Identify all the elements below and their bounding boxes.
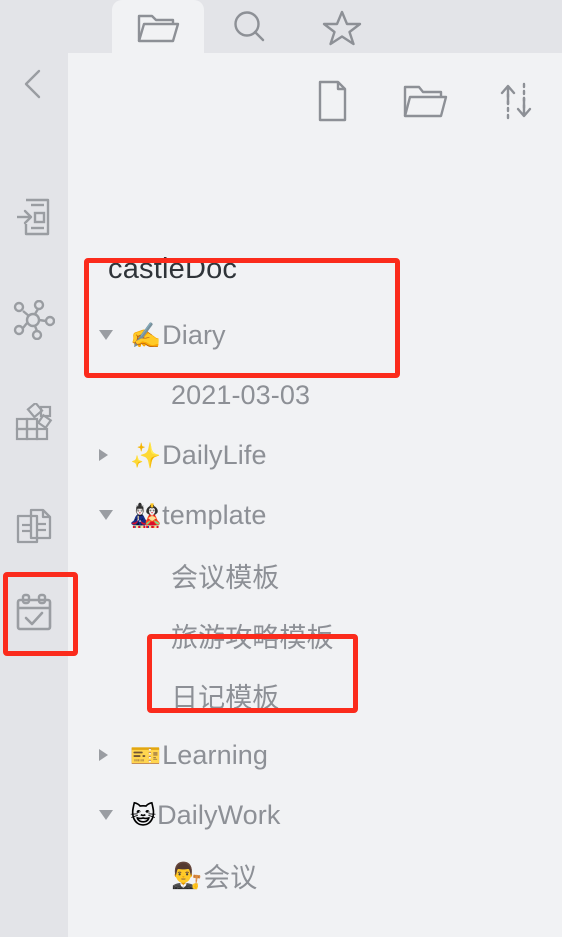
tree-item[interactable]: 日记模板 bbox=[68, 665, 562, 725]
tree-item[interactable]: 😺 DailyWork bbox=[68, 785, 562, 845]
tree-item[interactable]: 会议模板 bbox=[68, 545, 562, 605]
star-icon bbox=[321, 7, 363, 47]
tree-item-content: 😺 DailyWork bbox=[130, 800, 280, 831]
tab-strip bbox=[0, 0, 562, 53]
file-tree: ✍️ Diary 2021-03-03 ✨ DailyLife 🎎 template 会议模板… bbox=[68, 305, 562, 905]
new-document-button[interactable] bbox=[312, 80, 352, 123]
app-window: castleDoc ✍️ Diary 2021-03-03 ✨ DailyLife 🎎 te… bbox=[0, 0, 562, 937]
sort-arrows-icon bbox=[494, 78, 538, 129]
new-document-icon bbox=[312, 78, 352, 129]
sidebar-item-calendar[interactable] bbox=[0, 580, 68, 650]
sparkles-emoji: ✨ bbox=[130, 440, 162, 470]
tab-favorites[interactable] bbox=[296, 0, 388, 53]
sidebar-item-documents[interactable] bbox=[0, 494, 68, 564]
tree-item-label: 2021-03-03 bbox=[171, 379, 311, 410]
writing-hand-emoji: ✍️ bbox=[130, 320, 162, 350]
left-icon-rail bbox=[0, 53, 68, 937]
cat-box-emoji: 😺 bbox=[130, 800, 157, 830]
triangle-down-icon[interactable] bbox=[99, 810, 113, 820]
search-icon bbox=[229, 7, 271, 47]
tree-item[interactable]: 👨‍⚖️ 会议 bbox=[68, 845, 562, 905]
judge-emoji: 👨‍⚖️ bbox=[171, 860, 203, 890]
tree-item-label: 会议模板 bbox=[171, 562, 280, 593]
tree-item-content: 2021-03-03 bbox=[171, 380, 310, 411]
new-folder-button[interactable] bbox=[403, 83, 448, 123]
tree-item[interactable]: 🎫 Learning bbox=[68, 725, 562, 785]
sidebar-item-graph[interactable] bbox=[0, 287, 68, 357]
japanese-dolls-emoji: 🎎 bbox=[130, 500, 162, 530]
calendar-check-icon bbox=[12, 591, 56, 640]
sort-button[interactable] bbox=[496, 82, 536, 123]
blocks-grid-icon bbox=[13, 400, 55, 450]
triangle-right-icon[interactable] bbox=[99, 449, 108, 461]
chevron-left-icon bbox=[20, 67, 48, 106]
tree-item-content: 会议模板 bbox=[171, 556, 279, 595]
tree-item-content: 日记模板 bbox=[171, 676, 279, 715]
tree-item[interactable]: 2021-03-03 bbox=[68, 365, 562, 425]
triangle-right-icon[interactable] bbox=[99, 749, 108, 761]
tree-item-content: ✨ DailyLife bbox=[130, 440, 267, 471]
tree-item-content: 🎎 template bbox=[130, 500, 267, 531]
tree-item-label: 日记模板 bbox=[171, 682, 280, 713]
tree-item[interactable]: 🎎 template bbox=[68, 485, 562, 545]
tree-item[interactable]: 旅游攻略模板 bbox=[68, 605, 562, 665]
new-folder-icon bbox=[400, 80, 448, 127]
files-panel: castleDoc ✍️ Diary 2021-03-03 ✨ DailyLife 🎎 te… bbox=[68, 53, 562, 937]
tree-item-label: 旅游攻略模板 bbox=[171, 622, 334, 653]
tree-item-label: DailyLife bbox=[162, 439, 267, 470]
ticket-emoji: 🎫 bbox=[130, 740, 162, 770]
tab-files[interactable] bbox=[112, 0, 204, 53]
tree-item-content: 旅游攻略模板 bbox=[171, 616, 334, 655]
tree-item-label: Diary bbox=[162, 319, 226, 350]
triangle-down-icon[interactable] bbox=[99, 330, 113, 340]
tree-item-content: 🎫 Learning bbox=[130, 740, 268, 771]
tree-item-label: template bbox=[162, 499, 267, 530]
page-title: castleDoc bbox=[108, 253, 238, 285]
folder-icon bbox=[135, 8, 181, 46]
documents-icon bbox=[13, 506, 55, 553]
sidebar-item-inbox[interactable] bbox=[0, 184, 68, 254]
tab-search[interactable] bbox=[204, 0, 296, 53]
panel-toolbar bbox=[68, 53, 562, 153]
tree-item-label: 会议 bbox=[203, 862, 258, 893]
tree-item-label: DailyWork bbox=[157, 799, 281, 830]
back-button[interactable] bbox=[0, 53, 68, 119]
tree-item[interactable]: ✨ DailyLife bbox=[68, 425, 562, 485]
graph-network-icon bbox=[13, 299, 56, 345]
tree-item-label: Learning bbox=[162, 739, 269, 770]
sidebar-item-blocks[interactable] bbox=[0, 391, 68, 461]
tree-item-content: 👨‍⚖️ 会议 bbox=[171, 856, 257, 895]
tree-item[interactable]: ✍️ Diary bbox=[68, 305, 562, 365]
triangle-down-icon[interactable] bbox=[99, 510, 113, 520]
inbox-document-icon bbox=[14, 196, 54, 243]
tree-item-content: ✍️ Diary bbox=[130, 320, 226, 351]
